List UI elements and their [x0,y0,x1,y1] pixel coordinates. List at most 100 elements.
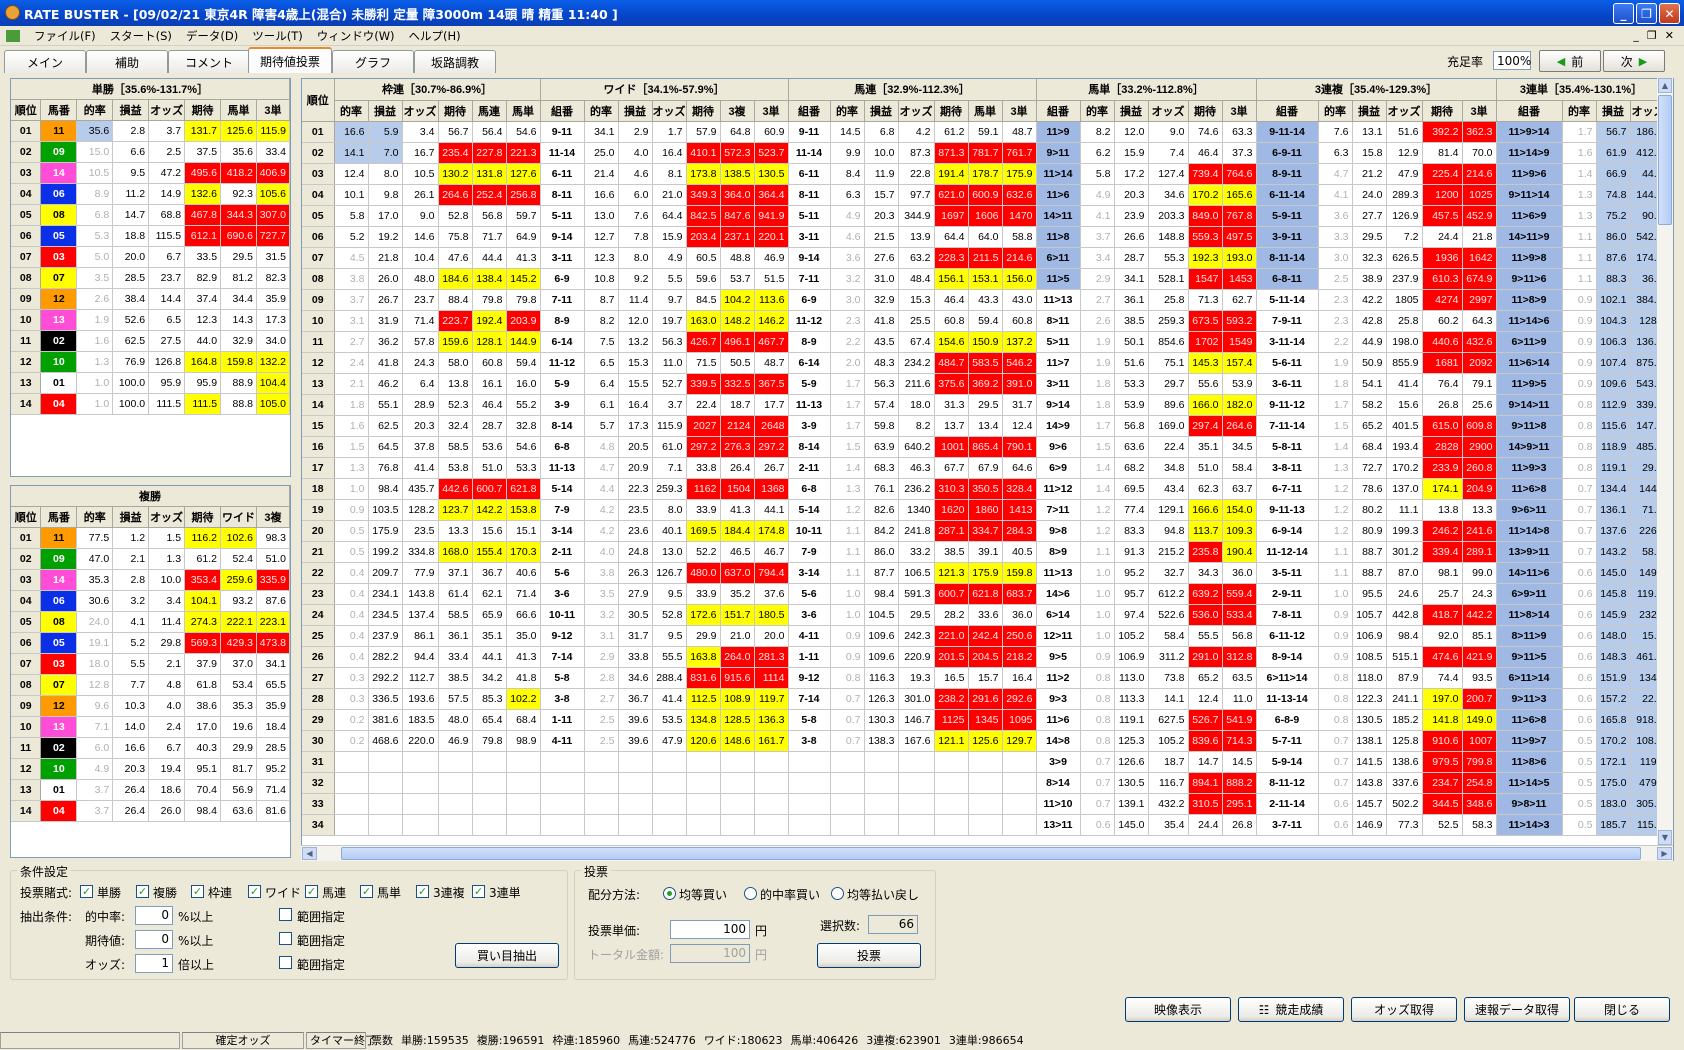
place-cell[interactable]: 40.3 [184,737,221,759]
main-cell[interactable]: 15.3 [898,289,935,311]
main-cell[interactable]: 264.6 [1222,415,1257,437]
main-cell[interactable]: 166.0 [1188,394,1223,416]
main-cell[interactable]: 2.9 [1080,268,1115,290]
win-cell[interactable]: 38.4 [112,288,150,310]
main-cell[interactable]: 276.3 [720,436,755,458]
main-cell[interactable]: 98.4 [864,583,899,605]
main-cell[interactable]: 126.3 [864,688,899,710]
main-cell[interactable]: 13.3 [1462,499,1497,521]
main-cell[interactable]: 0.8 [1562,415,1597,437]
main-cell[interactable]: 1.4 [1562,163,1597,185]
main-cell[interactable]: 1.1 [1318,541,1353,563]
main-cell[interactable]: 41.8 [368,352,403,374]
place-horse-number[interactable]: 03 [40,653,78,675]
main-cell[interactable]: 7.8 [618,226,653,248]
main-cell[interactable]: 148.2 [720,310,755,332]
place-cell[interactable]: 37.0 [220,653,257,675]
main-combo[interactable]: 6-14 [788,352,831,374]
main-cell[interactable]: 21.8 [1462,226,1497,248]
main-cell[interactable]: 51.6 [1386,121,1423,143]
main-cell[interactable]: 109.6 [1596,373,1631,395]
main-cell[interactable]: 27.6 [864,247,899,269]
main-cell[interactable]: 0.6 [1562,583,1597,605]
main-cell[interactable]: 87.9 [1386,667,1423,689]
place-table-row[interactable]: 08 07 12.8 7.7 4.8 61.8 53.4 65.5 [11,674,290,696]
main-cell[interactable]: 7.0 [368,142,403,164]
win-cell[interactable]: 14.9 [148,183,186,205]
main-cell[interactable]: 98.4 [1386,625,1423,647]
place-cell[interactable]: 17.0 [184,716,221,738]
main-combo[interactable]: 11>8>14 [1496,604,1563,626]
main-cell[interactable]: 522.6 [1148,604,1189,626]
main-combo[interactable]: 4-11 [788,625,831,647]
main-cell[interactable]: 214.6 [1462,163,1497,185]
win-table-row[interactable]: 10 13 1.9 52.6 6.5 12.3 14.3 17.3 [11,309,290,331]
main-cell[interactable]: 1.2 [1318,520,1353,542]
main-cell[interactable]: 93.5 [1462,667,1497,689]
main-cell[interactable]: 24.4 [1422,226,1463,248]
main-cell[interactable]: 52.8 [652,604,687,626]
main-table-row[interactable]: 30 0.2 468.6 220.0 46.9 79.8 98.9 4-11 2.5 39.6 47… [302,730,1667,752]
place-cell[interactable]: 19.4 [148,758,186,780]
main-cell[interactable]: 8.0 [368,163,403,185]
main-cell[interactable]: 1.5 [830,436,865,458]
main-cell[interactable]: 2.2 [830,331,865,353]
main-hscroll[interactable]: ◀ ▶ [301,845,1673,861]
win-table-row[interactable]: 08 07 3.5 28.5 23.7 82.9 81.2 82.3 [11,267,290,289]
main-cell[interactable]: 75.2 [1596,205,1631,227]
main-cell[interactable]: 799.8 [1462,751,1497,773]
main-cell[interactable]: 0.9 [1318,604,1353,626]
main-cell[interactable]: 175.9 [968,562,1003,584]
main-combo[interactable]: 5-8 [540,667,585,689]
main-combo[interactable]: 9-12 [788,667,831,689]
main-cell[interactable]: 50.1 [1114,331,1149,353]
main-cell[interactable]: 157.2 [1596,688,1631,710]
main-combo[interactable]: 4-11 [540,730,585,752]
main-combo[interactable]: 10-11 [788,520,831,542]
main-cell[interactable]: 1.5 [334,436,369,458]
main-cell[interactable]: 241.1 [1386,688,1423,710]
restore-icon[interactable]: ❐ [1636,3,1657,24]
main-cell[interactable]: 68.4 [1352,436,1387,458]
place-cell[interactable]: 4.8 [148,674,186,696]
main-cell[interactable]: 14.1 [334,142,369,164]
main-cell[interactable]: 39.1 [968,541,1003,563]
place-cell[interactable]: 3.7 [76,800,114,822]
main-cell[interactable]: 15.6 [1386,394,1423,416]
place-cell[interactable]: 10.3 [112,695,150,717]
main-combo[interactable]: 6-11-12 [1256,625,1319,647]
main-cell[interactable]: 3.8 [584,562,619,584]
place-cell[interactable]: 569.3 [184,632,221,654]
bet-type-checkbox[interactable]: ✓ [360,885,373,898]
place-cell[interactable]: 259.6 [220,569,257,591]
main-cell[interactable]: 185.2 [1386,709,1423,731]
place-cell[interactable]: 34.1 [256,653,290,675]
main-combo[interactable]: 11-14 [540,142,585,164]
main-combo[interactable]: 11>14 [1036,163,1081,185]
main-cell[interactable]: 85.3 [472,688,507,710]
main-cell[interactable]: 163.8 [686,646,721,668]
main-cell[interactable]: 47.9 [652,730,687,752]
main-cell[interactable]: 174.1 [1422,478,1463,500]
main-cell[interactable]: 183.5 [402,709,439,731]
main-cell[interactable]: 105.2 [1114,625,1149,647]
main-cell[interactable]: 40.5 [1002,541,1037,563]
main-cell[interactable]: 119.7 [754,688,789,710]
main-combo[interactable]: 11>9>3 [1496,457,1563,479]
place-cell[interactable]: 473.8 [256,632,290,654]
main-cell[interactable]: 145.0 [1114,814,1149,836]
win-cell[interactable]: 105.0 [256,393,290,415]
main-cell[interactable]: 46.4 [1188,142,1223,164]
main-cell[interactable]: 33.9 [686,583,721,605]
main-cell[interactable]: 65.2 [1188,667,1223,689]
win-cell[interactable]: 6.5 [148,309,186,331]
main-cell[interactable]: 9.0 [402,205,439,227]
main-cell[interactable]: 97.7 [898,184,935,206]
win-cell[interactable]: 104.4 [256,372,290,394]
main-cell[interactable]: 36.7 [618,688,653,710]
win-cell[interactable]: 14.3 [220,309,257,331]
win-cell[interactable]: 15.0 [76,141,114,163]
win-cell[interactable]: 126.8 [148,351,186,373]
main-cell[interactable]: 34.8 [1148,457,1189,479]
main-cell[interactable]: 203.9 [506,310,541,332]
